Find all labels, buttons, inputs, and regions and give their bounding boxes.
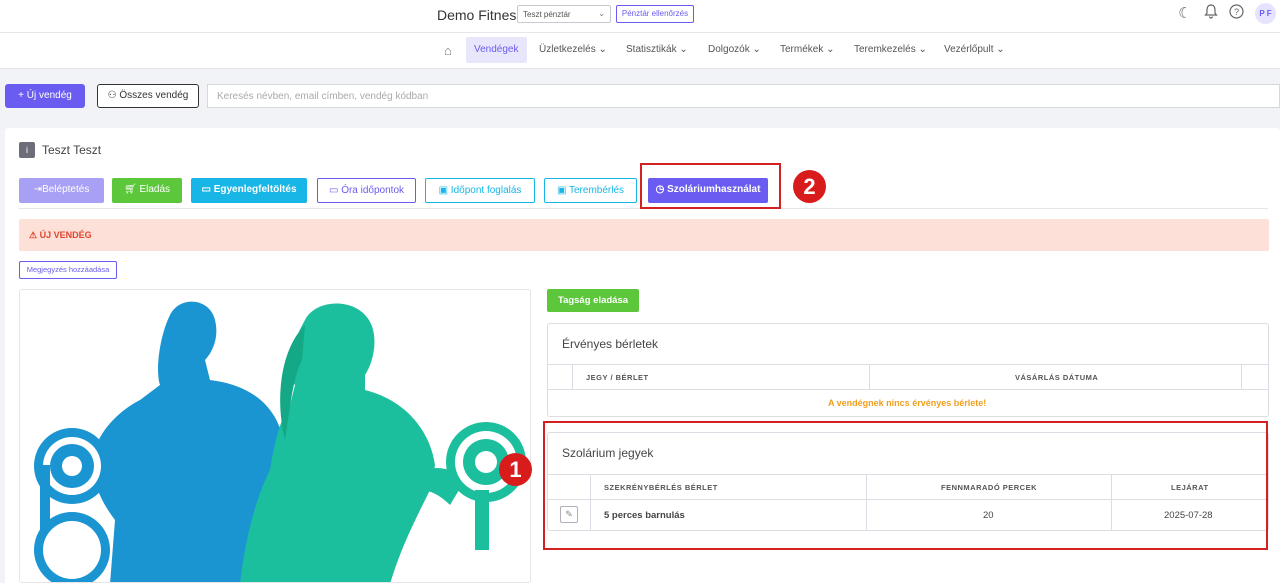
annotation-badge-2: 2 xyxy=(793,170,826,203)
register-select-value: Teszt pénztár xyxy=(523,10,571,19)
sale-label: Eladás xyxy=(139,184,171,195)
divider xyxy=(1241,364,1242,389)
new-guest-button[interactable]: + Új vendég xyxy=(5,84,85,108)
help-icon[interactable]: ? xyxy=(1226,4,1246,23)
room-rent-label: Terembérlés xyxy=(569,185,625,196)
nav-item-dashboard[interactable]: Vezérlőpult ⌄ xyxy=(936,37,1013,63)
column-header-purchase-date: VÁSÁRLÁS DÁTUMA xyxy=(1015,373,1099,382)
sell-membership-button[interactable]: Tagság eladása xyxy=(547,289,639,312)
chevron-down-icon: ⌄ xyxy=(598,9,605,18)
nav-item-business[interactable]: Üzletkezelés ⌄ xyxy=(531,37,615,63)
users-icon: ⚇ xyxy=(107,90,120,101)
bell-icon[interactable] xyxy=(1201,4,1221,23)
no-valid-pass-message: A vendégnek nincs érvényes bérlete! xyxy=(828,398,987,408)
class-times-label: Óra időpontok xyxy=(341,185,405,196)
home-icon[interactable]: ⌂ xyxy=(444,43,452,58)
balance-topup-button[interactable]: ▭ Egyenlegfeltöltés xyxy=(191,178,307,203)
annotation-badge-1: 1 xyxy=(499,453,532,486)
sale-button[interactable]: 🛒︎ Eladás xyxy=(112,178,182,203)
cart-icon: 🛒︎ xyxy=(123,184,140,195)
highlight-box-1 xyxy=(543,421,1268,550)
divider xyxy=(547,389,1269,390)
register-select[interactable]: Teszt pénztár ⌄ xyxy=(517,5,611,23)
moon-icon[interactable]: ☾ xyxy=(1175,4,1195,22)
register-check-button[interactable]: Pénztár ellenőrzés xyxy=(616,5,694,23)
highlight-box-2 xyxy=(640,163,781,209)
divider xyxy=(572,364,573,389)
calendar-plus-icon: ▣ xyxy=(438,185,451,196)
top-bar: Demo Fitness Teszt pénztár ⌄ Pénztár ell… xyxy=(0,0,1280,33)
nav-item-rooms[interactable]: Teremkezelés ⌄ xyxy=(846,37,935,63)
main-nav: ⌂ Vendégek Üzletkezelés ⌄ Statisztikák ⌄… xyxy=(0,33,1280,69)
new-guest-alert: ⚠ ÚJ VENDÉG xyxy=(19,219,1269,251)
add-note-button[interactable]: Megjegyzés hozzáadása xyxy=(19,261,117,279)
nav-item-statistics[interactable]: Statisztikák ⌄ xyxy=(618,37,696,63)
nav-item-products[interactable]: Termékek ⌄ xyxy=(772,37,843,63)
checkin-label: Beléptetés xyxy=(42,184,90,195)
divider xyxy=(547,364,1269,365)
nav-item-guests[interactable]: Vendégek xyxy=(466,37,527,63)
column-header-pass: JEGY / BÉRLET xyxy=(586,373,649,382)
guest-search-input[interactable]: Keresés névben, email címben, vendég kód… xyxy=(207,84,1280,108)
card-icon: ▭ xyxy=(201,184,214,195)
checkin-button[interactable]: ⇥Beléptetés xyxy=(19,178,104,203)
login-icon: ⇥ xyxy=(33,184,43,195)
svg-text:?: ? xyxy=(1233,7,1238,17)
clipboard-icon: ▣ xyxy=(556,185,569,196)
valid-passes-title: Érvényes bérletek xyxy=(562,337,659,351)
brand-name: Demo Fitness xyxy=(437,7,524,23)
guest-photo xyxy=(19,289,531,583)
balance-label: Egyenlegfeltöltés xyxy=(213,184,297,195)
nav-item-employees[interactable]: Dolgozók ⌄ xyxy=(700,37,769,63)
all-guests-button[interactable]: ⚇ Összes vendég xyxy=(97,84,199,108)
guest-name: Teszt Teszt xyxy=(42,143,102,157)
calendar-icon: ▭ xyxy=(328,185,342,196)
avatar[interactable]: P F xyxy=(1255,3,1276,24)
divider xyxy=(869,364,870,389)
info-icon[interactable]: i xyxy=(19,142,35,158)
room-rent-button[interactable]: ▣ Terembérlés xyxy=(544,178,637,203)
booking-button[interactable]: ▣ Időpont foglalás xyxy=(425,178,535,203)
class-times-button[interactable]: ▭ Óra időpontok xyxy=(317,178,416,203)
all-guests-label: Összes vendég xyxy=(119,90,189,101)
booking-label: Időpont foglalás xyxy=(450,185,522,196)
